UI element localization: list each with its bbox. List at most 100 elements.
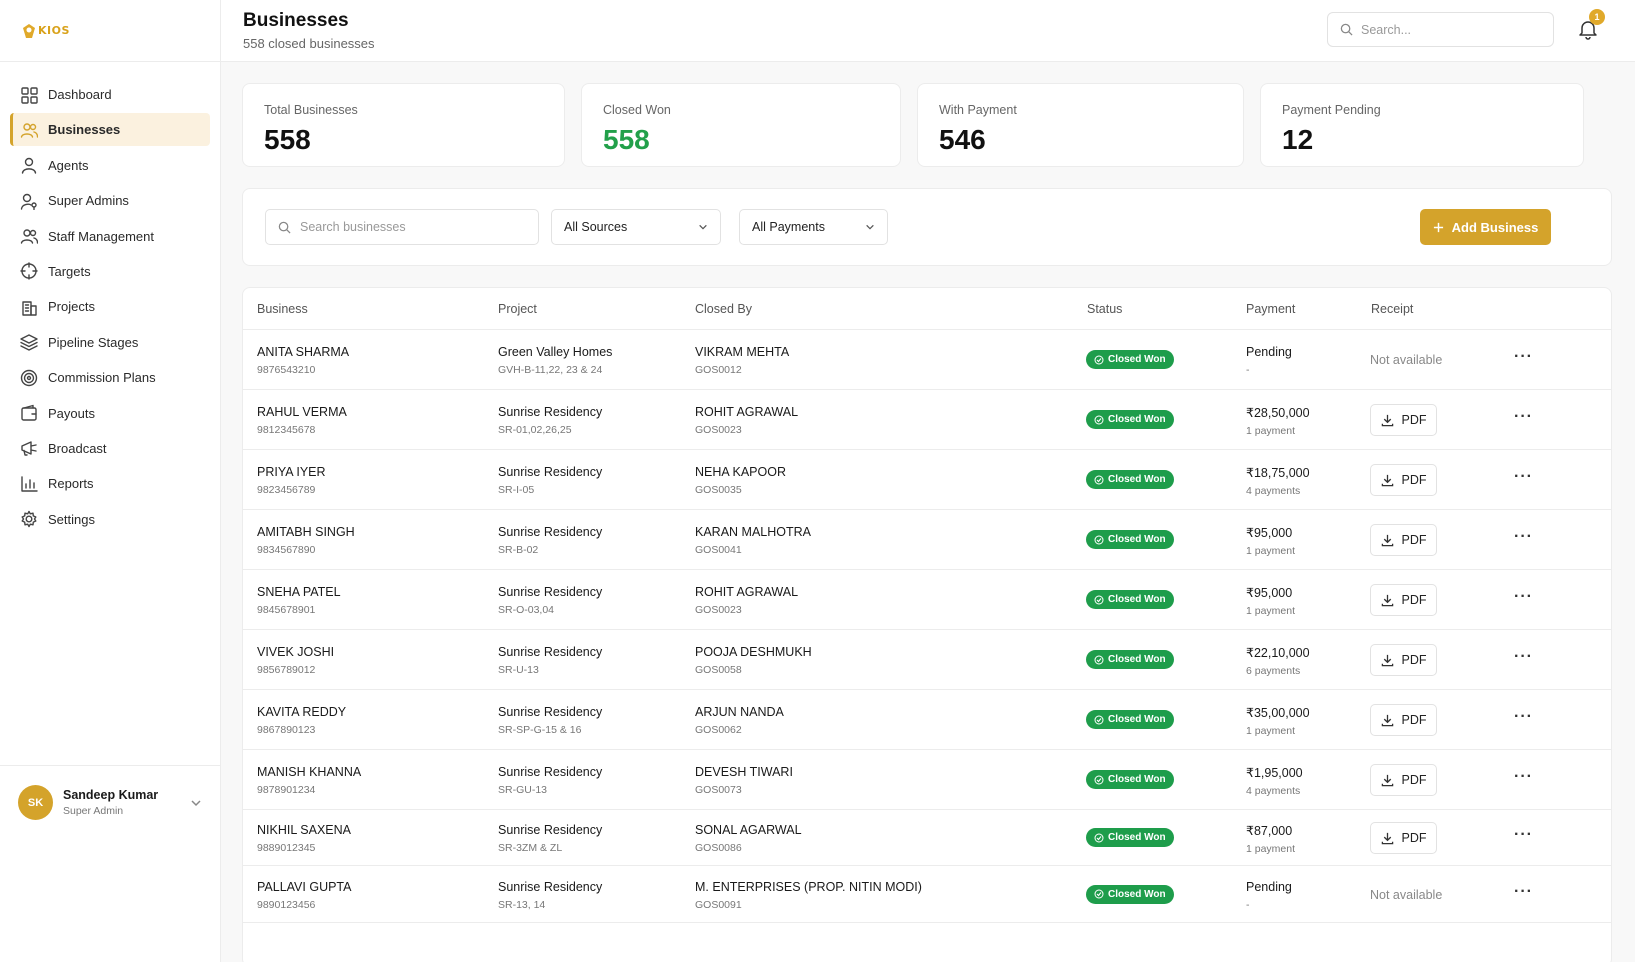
sidebar-item-super-admins[interactable]: Super Admins bbox=[10, 184, 210, 217]
project-unit: SR-13, 14 bbox=[498, 899, 546, 911]
pdf-download-button[interactable]: PDF bbox=[1370, 644, 1437, 676]
pdf-download-button[interactable]: PDF bbox=[1370, 524, 1437, 556]
table-row[interactable]: PRIYA IYER 9823456789 Sunrise Residency SR-… bbox=[243, 450, 1611, 510]
table-row[interactable]: MANISH KHANNA 9878901234 Sunrise Residency… bbox=[243, 750, 1611, 810]
pdf-download-button[interactable]: PDF bbox=[1370, 704, 1437, 736]
business-cell: RAHUL VERMA 9812345678 bbox=[257, 405, 347, 436]
more-actions-button[interactable]: ··· bbox=[1514, 826, 1533, 844]
status-label: Closed Won bbox=[1108, 534, 1166, 545]
table-row[interactable]: PALLAVI GUPTA 9890123456 Sunrise Residency… bbox=[243, 866, 1611, 923]
logo[interactable]: KIOS bbox=[0, 0, 220, 62]
table-row[interactable]: SNEHA PATEL 9845678901 Sunrise Residency SR… bbox=[243, 570, 1611, 630]
megaphone-icon bbox=[21, 441, 37, 457]
pdf-label: PDF bbox=[1401, 713, 1427, 727]
more-actions-button[interactable]: ··· bbox=[1514, 883, 1533, 901]
check-circle-icon bbox=[1094, 655, 1104, 664]
business-search-input[interactable]: Search businesses bbox=[265, 209, 539, 245]
project-cell: Sunrise Residency SR-U-13 bbox=[498, 645, 602, 676]
check-circle-icon bbox=[1094, 355, 1104, 364]
project-cell: Sunrise Residency SR-B-02 bbox=[498, 525, 602, 556]
chevron-down-icon[interactable] bbox=[190, 797, 202, 809]
business-name: VIVEK JOSHI bbox=[257, 645, 335, 659]
users-icon bbox=[20, 123, 38, 138]
download-icon bbox=[1381, 414, 1393, 426]
project-unit: SR-U-13 bbox=[498, 664, 539, 676]
pdf-download-button[interactable]: PDF bbox=[1370, 584, 1437, 616]
sidebar-item-payouts[interactable]: Payouts bbox=[10, 397, 210, 430]
business-phone: 9834567890 bbox=[257, 544, 316, 556]
user-role: Super Admin bbox=[63, 805, 124, 817]
global-search-input[interactable]: Search... bbox=[1327, 12, 1554, 47]
more-actions-button[interactable]: ··· bbox=[1514, 528, 1533, 546]
pdf-label: PDF bbox=[1401, 831, 1427, 845]
payment-cell: ₹18,75,000 4 payments bbox=[1246, 465, 1310, 497]
business-phone: 9876543210 bbox=[257, 364, 316, 376]
more-actions-button[interactable]: ··· bbox=[1514, 408, 1533, 426]
payment-amount: ₹22,10,000 bbox=[1246, 646, 1310, 660]
check-circle-icon bbox=[1094, 715, 1104, 724]
topbar: Businesses 558 closed businesses Search.… bbox=[221, 0, 1635, 62]
table-row[interactable]: ANITA SHARMA 9876543210 Green Valley Homes… bbox=[243, 330, 1611, 390]
more-actions-button[interactable]: ··· bbox=[1514, 708, 1533, 726]
check-circle-icon bbox=[1094, 775, 1104, 784]
table-row[interactable]: AMITABH SINGH 9834567890 Sunrise Residency… bbox=[243, 510, 1611, 570]
project-name: Sunrise Residency bbox=[498, 880, 603, 894]
closer-name: NEHA KAPOOR bbox=[695, 465, 786, 479]
closed-by-cell: VIKRAM MEHTA GOS0012 bbox=[695, 345, 789, 376]
closer-name: ROHIT AGRAWAL bbox=[695, 405, 799, 419]
table-row[interactable]: KAVITA REDDY 9867890123 Sunrise Residency S… bbox=[243, 690, 1611, 750]
more-actions-button[interactable]: ··· bbox=[1514, 588, 1533, 606]
pdf-download-button[interactable]: PDF bbox=[1370, 464, 1437, 496]
col-business: Business bbox=[257, 302, 308, 316]
pdf-download-button[interactable]: PDF bbox=[1370, 764, 1437, 796]
source-select[interactable]: All Sources bbox=[551, 209, 721, 245]
check-circle-icon bbox=[1094, 889, 1104, 899]
sidebar-item-agents[interactable]: Agents bbox=[10, 149, 210, 182]
sidebar-item-projects[interactable]: Projects bbox=[10, 290, 210, 323]
business-phone: 9889012345 bbox=[257, 842, 316, 854]
pdf-download-button[interactable]: PDF bbox=[1370, 822, 1437, 854]
building-icon bbox=[22, 301, 37, 316]
pdf-download-button[interactable]: PDF bbox=[1370, 404, 1437, 436]
payment-cell: ₹1,95,000 4 payments bbox=[1246, 765, 1303, 797]
business-phone: 9890123456 bbox=[257, 899, 316, 911]
project-name: Sunrise Residency bbox=[498, 705, 603, 719]
sidebar-item-commission-plans[interactable]: Commission Plans bbox=[10, 361, 210, 394]
table-row[interactable]: VIVEK JOSHI 9856789012 Sunrise Residency SR… bbox=[243, 630, 1611, 690]
payment-cell: ₹95,000 1 payment bbox=[1246, 525, 1295, 557]
payment-select[interactable]: All Payments bbox=[739, 209, 888, 245]
pdf-label: PDF bbox=[1401, 653, 1427, 667]
add-business-label: Add Business bbox=[1451, 219, 1539, 235]
more-actions-button[interactable]: ··· bbox=[1514, 648, 1533, 666]
table-row[interactable]: RAHUL VERMA 9812345678 Sunrise Residency SR… bbox=[243, 390, 1611, 450]
more-actions-button[interactable]: ··· bbox=[1514, 468, 1533, 486]
target-icon bbox=[20, 369, 38, 386]
sidebar-item-reports[interactable]: Reports bbox=[10, 467, 210, 500]
sidebar-item-businesses[interactable]: Businesses bbox=[10, 113, 210, 147]
table-row[interactable]: NIKHIL SAXENA 9889012345 Sunrise Residency… bbox=[243, 810, 1611, 866]
sidebar-item-dashboard[interactable]: Dashboard bbox=[10, 78, 210, 111]
sidebar-item-pipeline-stages[interactable]: Pipeline Stages bbox=[10, 326, 210, 359]
project-cell: Sunrise Residency SR-I-05 bbox=[498, 465, 602, 496]
page-subtitle: 558 closed businesses bbox=[243, 36, 375, 51]
sidebar-item-targets[interactable]: Targets bbox=[10, 255, 210, 288]
business-cell: AMITABH SINGH 9834567890 bbox=[257, 525, 355, 556]
sidebar-item-label: Settings bbox=[48, 511, 95, 527]
project-cell: Sunrise Residency SR-GU-13 bbox=[498, 765, 602, 796]
stat-card-payment-pending: Payment Pending 12 bbox=[1260, 83, 1584, 167]
more-actions-button[interactable]: ··· bbox=[1514, 768, 1533, 786]
add-business-button[interactable]: Add Business bbox=[1420, 209, 1551, 245]
stat-card-total: Total Businesses 558 bbox=[242, 83, 565, 167]
more-actions-button[interactable]: ··· bbox=[1514, 348, 1533, 366]
project-unit: SR-3ZM & ZL bbox=[498, 842, 563, 854]
col-closed-by: Closed By bbox=[695, 302, 752, 316]
sidebar-item-staff-management[interactable]: Staff Management bbox=[10, 220, 210, 253]
closer-name: VIKRAM MEHTA bbox=[695, 345, 790, 359]
business-search-placeholder: Search businesses bbox=[300, 220, 406, 234]
user-panel[interactable]: SK Sandeep Kumar Super Admin bbox=[0, 765, 220, 962]
project-name: Sunrise Residency bbox=[498, 585, 603, 599]
sidebar-item-settings[interactable]: Settings bbox=[10, 503, 210, 536]
payment-count: - bbox=[1246, 899, 1250, 911]
notification-badge: 1 bbox=[1589, 9, 1605, 25]
sidebar-item-broadcast[interactable]: Broadcast bbox=[10, 432, 210, 465]
